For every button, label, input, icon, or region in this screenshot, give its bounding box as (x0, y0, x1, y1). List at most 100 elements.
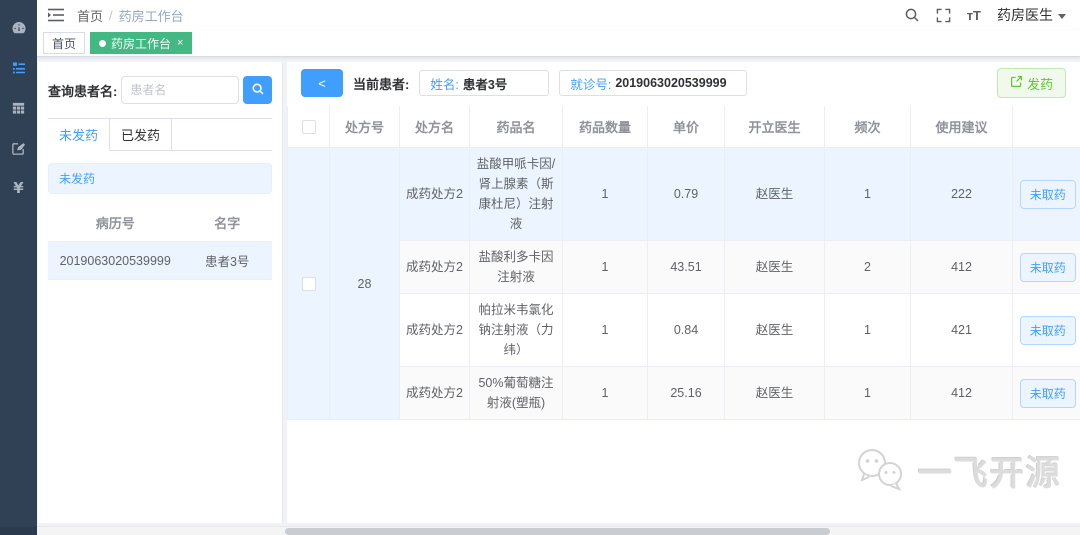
close-icon[interactable]: × (177, 37, 183, 49)
search-icon[interactable] (904, 7, 920, 23)
yen-icon: ¥ (13, 179, 24, 197)
col-advice: 使用建议 (910, 106, 1013, 148)
fullscreen-icon[interactable] (936, 8, 951, 23)
tag-home[interactable]: 首页 (43, 32, 86, 54)
drug-qty: 1 (562, 366, 648, 420)
drug-qty: 1 (562, 147, 648, 241)
col-drug-name: 药品名 (469, 106, 563, 148)
col-actions (1012, 106, 1080, 148)
visit-value: 2019063020539999 (615, 76, 727, 90)
rx-type: 成药处方2 (399, 366, 470, 420)
active-dot-icon (99, 39, 107, 47)
advice: 421 (910, 293, 1013, 367)
dashboard-icon (11, 20, 27, 36)
rx-type: 成药处方2 (399, 147, 470, 241)
patient-name-box: 姓名: 患者3号 (419, 70, 550, 96)
col-unit-price: 单价 (647, 106, 725, 148)
status-button[interactable]: 未取药 (1019, 378, 1076, 408)
col-rx-name: 处方名 (399, 106, 470, 148)
sidebar-item-table[interactable] (0, 88, 37, 128)
column-header-record-no: 病历号 (48, 204, 183, 242)
rx-header-row: 处方号 处方名 药品名 药品数量 单价 开立医生 频次 使用建议 (287, 106, 1080, 148)
visit-key: 就诊号: (570, 77, 612, 92)
tag-pharmacy-workbench[interactable]: 药房工作台 × (90, 32, 193, 54)
column-header-name: 名字 (182, 204, 272, 242)
rx-type: 成药处方2 (399, 293, 470, 367)
breadcrumb-home[interactable]: 首页 (77, 6, 103, 25)
collapse-sidebar-icon[interactable] (47, 7, 65, 23)
patient-name-input[interactable] (121, 76, 240, 104)
chat-bubbles-icon (852, 446, 910, 495)
horizontal-scrollbar[interactable] (37, 526, 1080, 535)
rx-type: 成药处方2 (399, 240, 470, 294)
patient-record-no: 2019063020539999 (48, 241, 183, 280)
user-dropdown[interactable]: 药房医生 (997, 5, 1066, 25)
frequency: 2 (824, 240, 911, 294)
current-patient-bar: < 当前患者: 姓名: 患者3号 就诊号: 2019063020539999 发… (287, 62, 1080, 104)
advice: 222 (910, 147, 1013, 241)
status-button[interactable]: 未取药 (1019, 315, 1076, 345)
worklist-icon (11, 60, 27, 76)
content-area: 查询患者名: 未发药 已发药 未发药 (37, 57, 1080, 535)
rx-no: 28 (329, 147, 400, 420)
col-frequency: 频次 (824, 106, 911, 148)
watermark: 一飞开源 (852, 446, 1062, 495)
dispense-icon (1010, 75, 1023, 91)
tab-dispensed[interactable]: 已发药 (110, 119, 172, 151)
patient-list-table: 病历号 名字 2019063020539999 患者3号 (48, 204, 272, 280)
unit-price: 43.51 (647, 240, 725, 294)
tags-view-bar: 首页 药房工作台 × (37, 30, 1080, 57)
rx-row-2[interactable]: 成药处方2 盐酸利多卡因注射液 1 43.51 赵医生 2 412 未取药 (288, 240, 1080, 294)
user-name: 药房医生 (997, 7, 1053, 23)
pharmacy-workbench-app: ¥ 首页 / 药房工作台 тT 药房医生 首页 药房工作台 × 查询患者名: 患… (0, 0, 1080, 535)
doctor: 赵医生 (724, 293, 825, 367)
drug-name: 帕拉米韦氯化钠注射液（力纬） (469, 293, 563, 367)
patient-search-button[interactable] (243, 76, 272, 104)
frequency: 1 (824, 147, 911, 241)
dispense-button[interactable]: 发药 (996, 68, 1066, 98)
status-button[interactable]: 未取药 (1019, 179, 1076, 209)
col-drug-qty: 药品数量 (562, 106, 648, 148)
dispensing-panel: < 当前患者: 姓名: 患者3号 就诊号: 2019063020539999 发… (287, 62, 1080, 523)
font-size-icon[interactable]: тT (967, 8, 981, 23)
tab-undispensed[interactable]: 未发药 (48, 119, 110, 151)
rx-row-4[interactable]: 成药处方2 50%葡萄糖注射液(塑瓶) 1 25.16 赵医生 1 412 未取… (288, 366, 1080, 420)
edit-icon (11, 141, 26, 156)
table-icon (11, 101, 26, 116)
advice: 412 (910, 240, 1013, 294)
breadcrumb-separator: / (109, 7, 113, 23)
rx-row-1[interactable]: 28 成药处方2 盐酸甲哌卡因/肾上腺素（斯康杜尼）注射液 1 0.79 赵医生… (287, 147, 1080, 420)
top-navbar: 首页 / 药房工作台 тT 药房医生 (37, 0, 1080, 30)
breadcrumb-current: 药房工作台 (118, 8, 184, 24)
sidebar-footer (0, 526, 37, 535)
group-checkbox[interactable] (301, 277, 316, 292)
watermark-text: 一飞开源 (918, 455, 1062, 493)
sidebar: ¥ (0, 0, 37, 527)
back-button[interactable]: < (301, 69, 343, 97)
sidebar-item-edit[interactable] (0, 128, 37, 168)
unit-price: 25.16 (647, 366, 725, 420)
chevron-down-icon (1058, 13, 1066, 19)
sidebar-item-fees[interactable]: ¥ (0, 168, 37, 208)
breadcrumb: 首页 / 药房工作台 (77, 6, 184, 25)
tag-home-label: 首页 (52, 36, 77, 51)
name-value: 患者3号 (462, 77, 508, 92)
doctor: 赵医生 (724, 366, 825, 420)
col-rx-no: 处方号 (329, 106, 400, 148)
frequency: 1 (824, 293, 911, 367)
advice: 412 (910, 366, 1013, 420)
sidebar-item-worklist[interactable] (0, 48, 37, 88)
drug-qty: 1 (562, 240, 648, 294)
visit-no-box: 就诊号: 2019063020539999 (559, 70, 748, 96)
doctor: 赵医生 (724, 240, 825, 294)
sidebar-item-dashboard[interactable] (0, 8, 37, 48)
patient-query-panel: 查询患者名: 未发药 已发药 未发药 (38, 62, 283, 523)
patient-row[interactable]: 2019063020539999 患者3号 (48, 241, 272, 280)
unit-price: 0.84 (647, 293, 725, 367)
select-all-checkbox[interactable] (301, 120, 316, 135)
col-doctor: 开立医生 (724, 106, 825, 148)
doctor: 赵医生 (724, 147, 825, 241)
status-button[interactable]: 未取药 (1019, 252, 1076, 282)
rx-row-3[interactable]: 成药处方2 帕拉米韦氯化钠注射液（力纬） 1 0.84 赵医生 1 421 未取… (288, 293, 1080, 367)
scrollbar-thumb[interactable] (285, 528, 830, 535)
